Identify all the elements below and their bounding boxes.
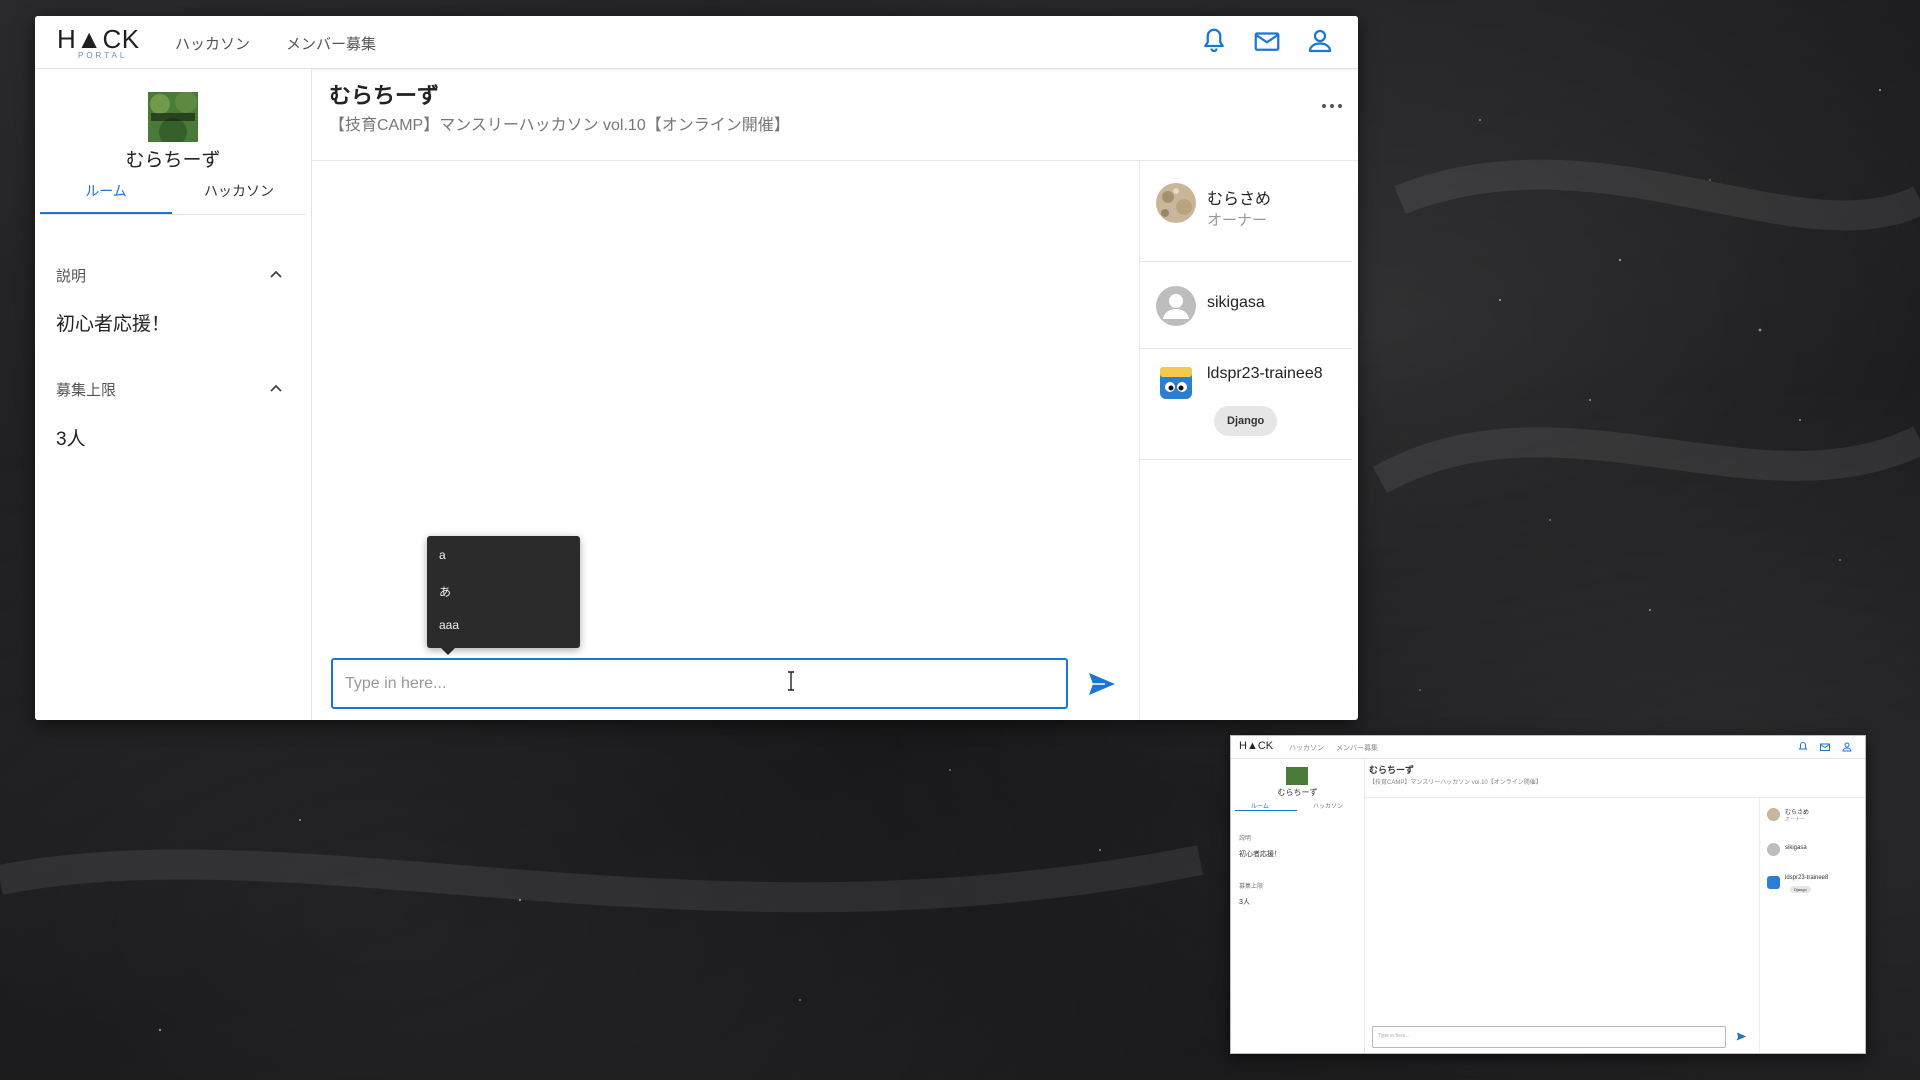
room-name: むらちーず <box>125 150 221 171</box>
member-item[interactable]: むらさめ オーナー <box>1140 161 1352 262</box>
member-name: sikigasa <box>1207 294 1265 311</box>
more-options-icon[interactable] <box>1320 99 1344 113</box>
preview-member-avatar <box>1767 808 1780 821</box>
message-input[interactable] <box>331 658 1068 709</box>
member-avatar <box>1156 363 1196 403</box>
bell-icon[interactable] <box>1199 26 1229 56</box>
event-name: 【技育CAMP】マンスリーハッカソン vol.10【オンライン開催】 <box>329 117 790 134</box>
bell-icon <box>1798 741 1808 750</box>
preview-nav-recruit: メンバー募集 <box>1336 745 1378 752</box>
preview-tab-room: ルーム <box>1251 804 1269 810</box>
chat-header: むらちーず 【技育CAMP】マンスリーハッカソン vol.10【オンライン開催】 <box>312 69 1358 161</box>
preview-member-name: むらさめ <box>1785 810 1810 816</box>
user-icon <box>1842 742 1852 752</box>
chevron-up-icon <box>270 384 282 392</box>
tab-room[interactable]: ルーム <box>40 177 172 214</box>
site-logo[interactable]: H▲CK PORTAL <box>57 22 147 60</box>
preview-chat-header: むらちーず 【技育CAMP】マンスリーハッカソン vol.10【オンライン開催】 <box>1365 759 1865 798</box>
mail-icon <box>1820 743 1830 751</box>
limit-label: 募集上限 <box>56 382 117 399</box>
preview-limit-value: 3人 <box>1239 899 1250 906</box>
member-item[interactable]: sikigasa <box>1140 262 1352 349</box>
send-icon[interactable] <box>1087 670 1117 698</box>
nav-member-recruit[interactable]: メンバー募集 <box>286 33 376 54</box>
description-section-toggle[interactable]: 説明 <box>56 265 284 286</box>
app-window: H▲CK PORTAL ハッカソン メンバー募集 むらちーず ルーム ハッカソン… <box>35 16 1358 720</box>
skill-chip: Django <box>1214 406 1278 436</box>
member-role: オーナー <box>1207 212 1268 229</box>
suggestion-item[interactable]: あ <box>439 583 451 600</box>
room-image <box>148 92 198 142</box>
preview-message-input: Type in here... <box>1372 1026 1726 1048</box>
chevron-up-icon <box>270 270 282 278</box>
nav-hackathon[interactable]: ハッカソン <box>175 33 250 54</box>
preview-event-name: 【技育CAMP】マンスリーハッカソン vol.10【オンライン開催】 <box>1369 780 1542 786</box>
preview-member-name: ldspr23-trainee8 <box>1785 875 1829 881</box>
preview-member-role: オーナー <box>1785 817 1806 823</box>
preview-member-list: むらさめ オーナー sikigasa ldspr23-trainee8 Djan… <box>1759 798 1865 1053</box>
suggestion-item[interactable]: aaa <box>439 618 459 632</box>
preview-input-placeholder: Type in here... <box>1378 1033 1410 1039</box>
preview-limit-label: 募集上限 <box>1239 884 1264 890</box>
suggestion-popup: a あ aaa <box>427 536 580 655</box>
preview-room-image <box>1286 767 1308 785</box>
preview-nav-hackathon: ハッカソン <box>1289 745 1324 752</box>
preview-tab-hackathon: ハッカソン <box>1313 804 1344 810</box>
preview-default-avatar-icon <box>1767 843 1780 856</box>
preview-member-avatar <box>1767 876 1780 889</box>
room-sidebar: むらちーず ルーム ハッカソン 説明 初心者応援！ 募集上限 3人 <box>35 69 312 720</box>
chat-title: むらちーず <box>329 83 440 108</box>
logo-subtext: PORTAL <box>78 51 128 60</box>
preview-description-label: 説明 <box>1239 836 1252 842</box>
preview-logo: H▲CK <box>1239 740 1274 752</box>
suggestion-item[interactable]: a <box>439 548 446 562</box>
mail-icon[interactable] <box>1252 26 1282 56</box>
preview-tab-indicator <box>1235 810 1297 811</box>
preview-description-value: 初心者応援！ <box>1239 851 1281 858</box>
user-icon[interactable] <box>1305 26 1335 56</box>
member-item[interactable]: ldspr23-trainee8 Django <box>1140 349 1352 460</box>
tab-hackathon[interactable]: ハッカソン <box>173 177 305 214</box>
description-label: 説明 <box>56 268 87 285</box>
preview-send-icon <box>1736 1032 1747 1041</box>
preview-room-name: むらちーず <box>1277 788 1318 797</box>
member-name: ldspr23-trainee8 <box>1207 365 1323 382</box>
member-avatar <box>1156 183 1196 223</box>
member-name: むらさめ <box>1207 191 1272 208</box>
limit-value: 3人 <box>56 429 86 450</box>
limit-section-toggle[interactable]: 募集上限 <box>56 379 284 400</box>
description-value: 初心者応援！ <box>56 314 171 335</box>
app-header: H▲CK PORTAL ハッカソン メンバー募集 <box>35 16 1358 69</box>
preview-skill-chip: Django <box>1790 886 1811 893</box>
screen-preview-thumbnail: H▲CK ハッカソン メンバー募集 むらちーず ルーム ハッカソン 説明 初心者… <box>1230 735 1866 1054</box>
preview-chat-title: むらちーず <box>1369 765 1415 775</box>
member-list: むらさめ オーナー sikigasa ldspr23-trainee8 Djan… <box>1139 161 1358 720</box>
preview-sidebar: むらちーず ルーム ハッカソン 説明 初心者応援！ 募集上限 3人 <box>1231 759 1365 1053</box>
preview-header: H▲CK ハッカソン メンバー募集 <box>1231 736 1865 759</box>
default-avatar-icon <box>1156 286 1196 326</box>
preview-member-name: sikigasa <box>1785 845 1807 851</box>
sidebar-tabs: ルーム ハッカソン <box>40 177 305 215</box>
